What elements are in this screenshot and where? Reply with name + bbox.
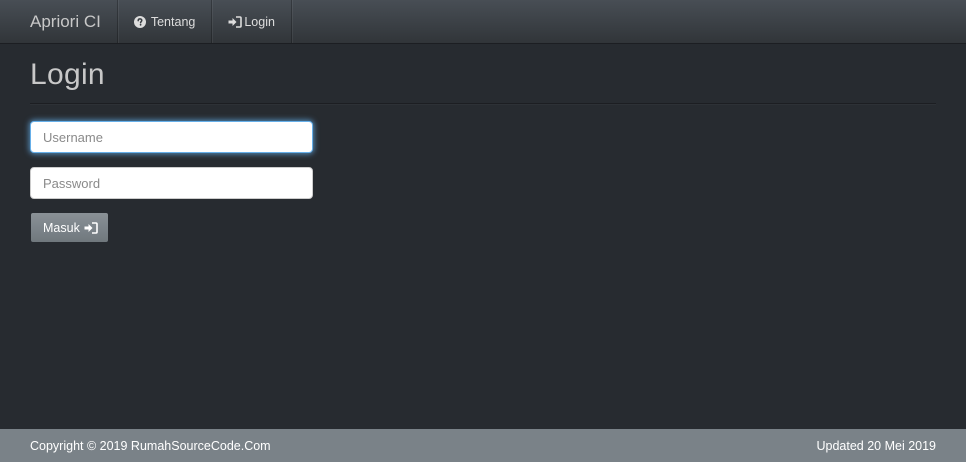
navbar-brand[interactable]: Apriori CI: [0, 0, 117, 43]
username-input[interactable]: [30, 121, 313, 153]
footer-updated: Updated 20 Mei 2019: [816, 438, 936, 453]
question-circle-icon: [133, 15, 146, 28]
nav-item-tentang[interactable]: Tentang: [116, 0, 211, 43]
masuk-button[interactable]: Masuk: [30, 212, 109, 243]
page-footer: Copyright © 2019 RumahSourceCode.Com Upd…: [0, 429, 966, 462]
nav-item-login[interactable]: Login: [211, 0, 292, 43]
password-input[interactable]: [30, 167, 313, 199]
top-navbar: Apriori CI Tentang Login: [0, 0, 966, 44]
title-divider: [30, 103, 936, 104]
sign-in-icon: [84, 221, 98, 234]
footer-copyright: Copyright © 2019 RumahSourceCode.Com: [30, 438, 271, 453]
page-title: Login: [30, 58, 105, 91]
nav-item-label: Login: [244, 14, 275, 29]
sign-in-icon: [228, 15, 243, 28]
masuk-button-label: Masuk: [43, 220, 80, 235]
nav-item-label: Tentang: [150, 14, 196, 29]
